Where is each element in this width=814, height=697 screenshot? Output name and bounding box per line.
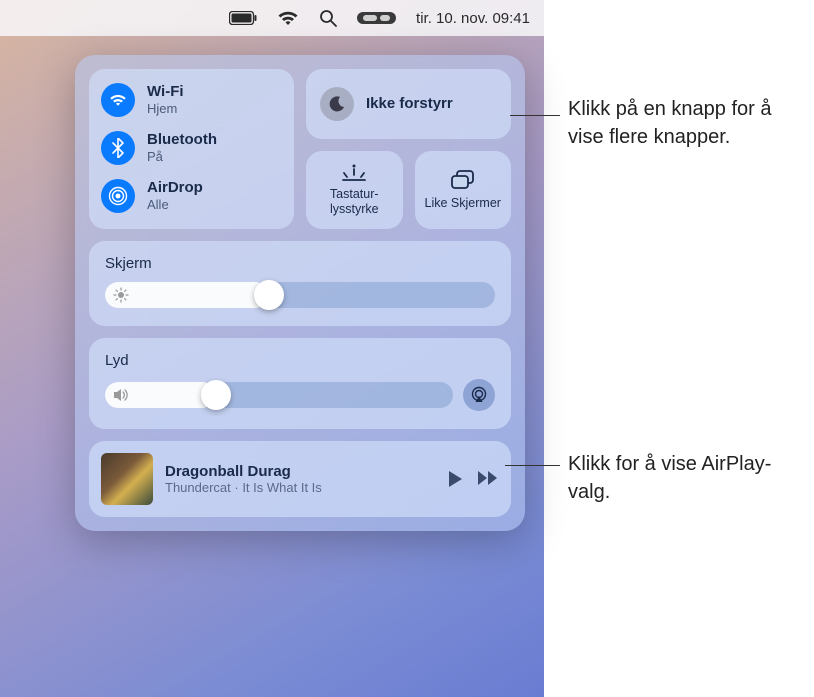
bluetooth-icon [101, 131, 135, 165]
bluetooth-sub: På [147, 149, 217, 165]
display-card: Skjerm [89, 241, 511, 326]
dnd-toggle[interactable]: Ikke forstyrr [306, 69, 511, 139]
album-art [101, 453, 153, 505]
wifi-title: Wi-Fi [147, 83, 184, 101]
control-center-toggle[interactable] [357, 12, 396, 24]
display-slider[interactable] [105, 282, 495, 308]
wifi-text: Wi-Fi Hjem [147, 83, 184, 117]
play-button[interactable] [447, 470, 463, 488]
airplay-audio-button[interactable] [463, 379, 495, 411]
screen-mirroring-button[interactable]: Like Skjermer [415, 151, 512, 229]
wifi-icon [101, 83, 135, 117]
callout-airplay: Klikk for å vise AirPlay-valg. [568, 450, 798, 506]
bluetooth-text: Bluetooth På [147, 131, 217, 165]
next-button[interactable] [477, 470, 499, 488]
wifi-toggle[interactable]: Wi-Fi Hjem [101, 83, 282, 117]
callout-dnd: Klikk på en knapp for å vise flere knapp… [568, 95, 798, 151]
keyboard-brightness-label: Tastatur-lysstyrke [312, 187, 397, 217]
spotlight-icon[interactable] [319, 9, 337, 27]
now-playing-card[interactable]: Dragonball Durag Thundercat · It Is What… [89, 441, 511, 517]
cc-right-column: Ikke forstyrr Tastatur-lysstyrke Like Sk… [306, 69, 511, 229]
airplay-icon [470, 386, 488, 404]
small-controls-row: Tastatur-lysstyrke Like Skjermer [306, 151, 511, 229]
display-slider-thumb[interactable] [254, 280, 284, 310]
control-center-panel: Wi-Fi Hjem Bluetooth På AirDrop [75, 55, 525, 531]
menubar-datetime[interactable]: tir. 10. nov. 09:41 [416, 10, 530, 27]
connectivity-card: Wi-Fi Hjem Bluetooth På AirDrop [89, 69, 294, 229]
sound-slider-thumb[interactable] [201, 380, 231, 410]
keyboard-brightness-icon [341, 163, 367, 181]
keyboard-brightness-button[interactable]: Tastatur-lysstyrke [306, 151, 403, 229]
dnd-label: Ikke forstyrr [366, 95, 453, 114]
callout-line-airplay [505, 465, 560, 466]
airdrop-text: AirDrop Alle [147, 179, 203, 213]
brightness-low-icon [113, 287, 129, 303]
volume-low-icon [113, 388, 131, 402]
bluetooth-title: Bluetooth [147, 131, 217, 149]
track-info: Dragonball Durag Thundercat · It Is What… [165, 463, 435, 495]
bluetooth-toggle[interactable]: Bluetooth På [101, 131, 282, 165]
track-title: Dragonball Durag [165, 463, 435, 480]
wifi-sub: Hjem [147, 101, 184, 117]
track-subtitle: Thundercat · It Is What It Is [165, 480, 435, 495]
airdrop-icon [101, 179, 135, 213]
display-label: Skjerm [105, 255, 495, 272]
media-controls [447, 470, 499, 488]
airdrop-toggle[interactable]: AirDrop Alle [101, 179, 282, 213]
airdrop-sub: Alle [147, 197, 203, 213]
callout-line-dnd [510, 115, 560, 116]
moon-icon [320, 87, 354, 121]
sound-card: Lyd [89, 338, 511, 429]
battery-icon[interactable] [229, 11, 257, 25]
wifi-icon[interactable] [277, 10, 299, 26]
cc-top-grid: Wi-Fi Hjem Bluetooth På AirDrop [89, 69, 511, 229]
fast-forward-icon [477, 470, 499, 486]
airdrop-title: AirDrop [147, 179, 203, 197]
sound-label: Lyd [105, 352, 495, 369]
menubar: tir. 10. nov. 09:41 [0, 0, 544, 36]
mirror-icon [450, 170, 476, 190]
sound-slider[interactable] [105, 382, 453, 408]
play-icon [447, 470, 463, 488]
mirror-label: Like Skjermer [425, 196, 501, 211]
